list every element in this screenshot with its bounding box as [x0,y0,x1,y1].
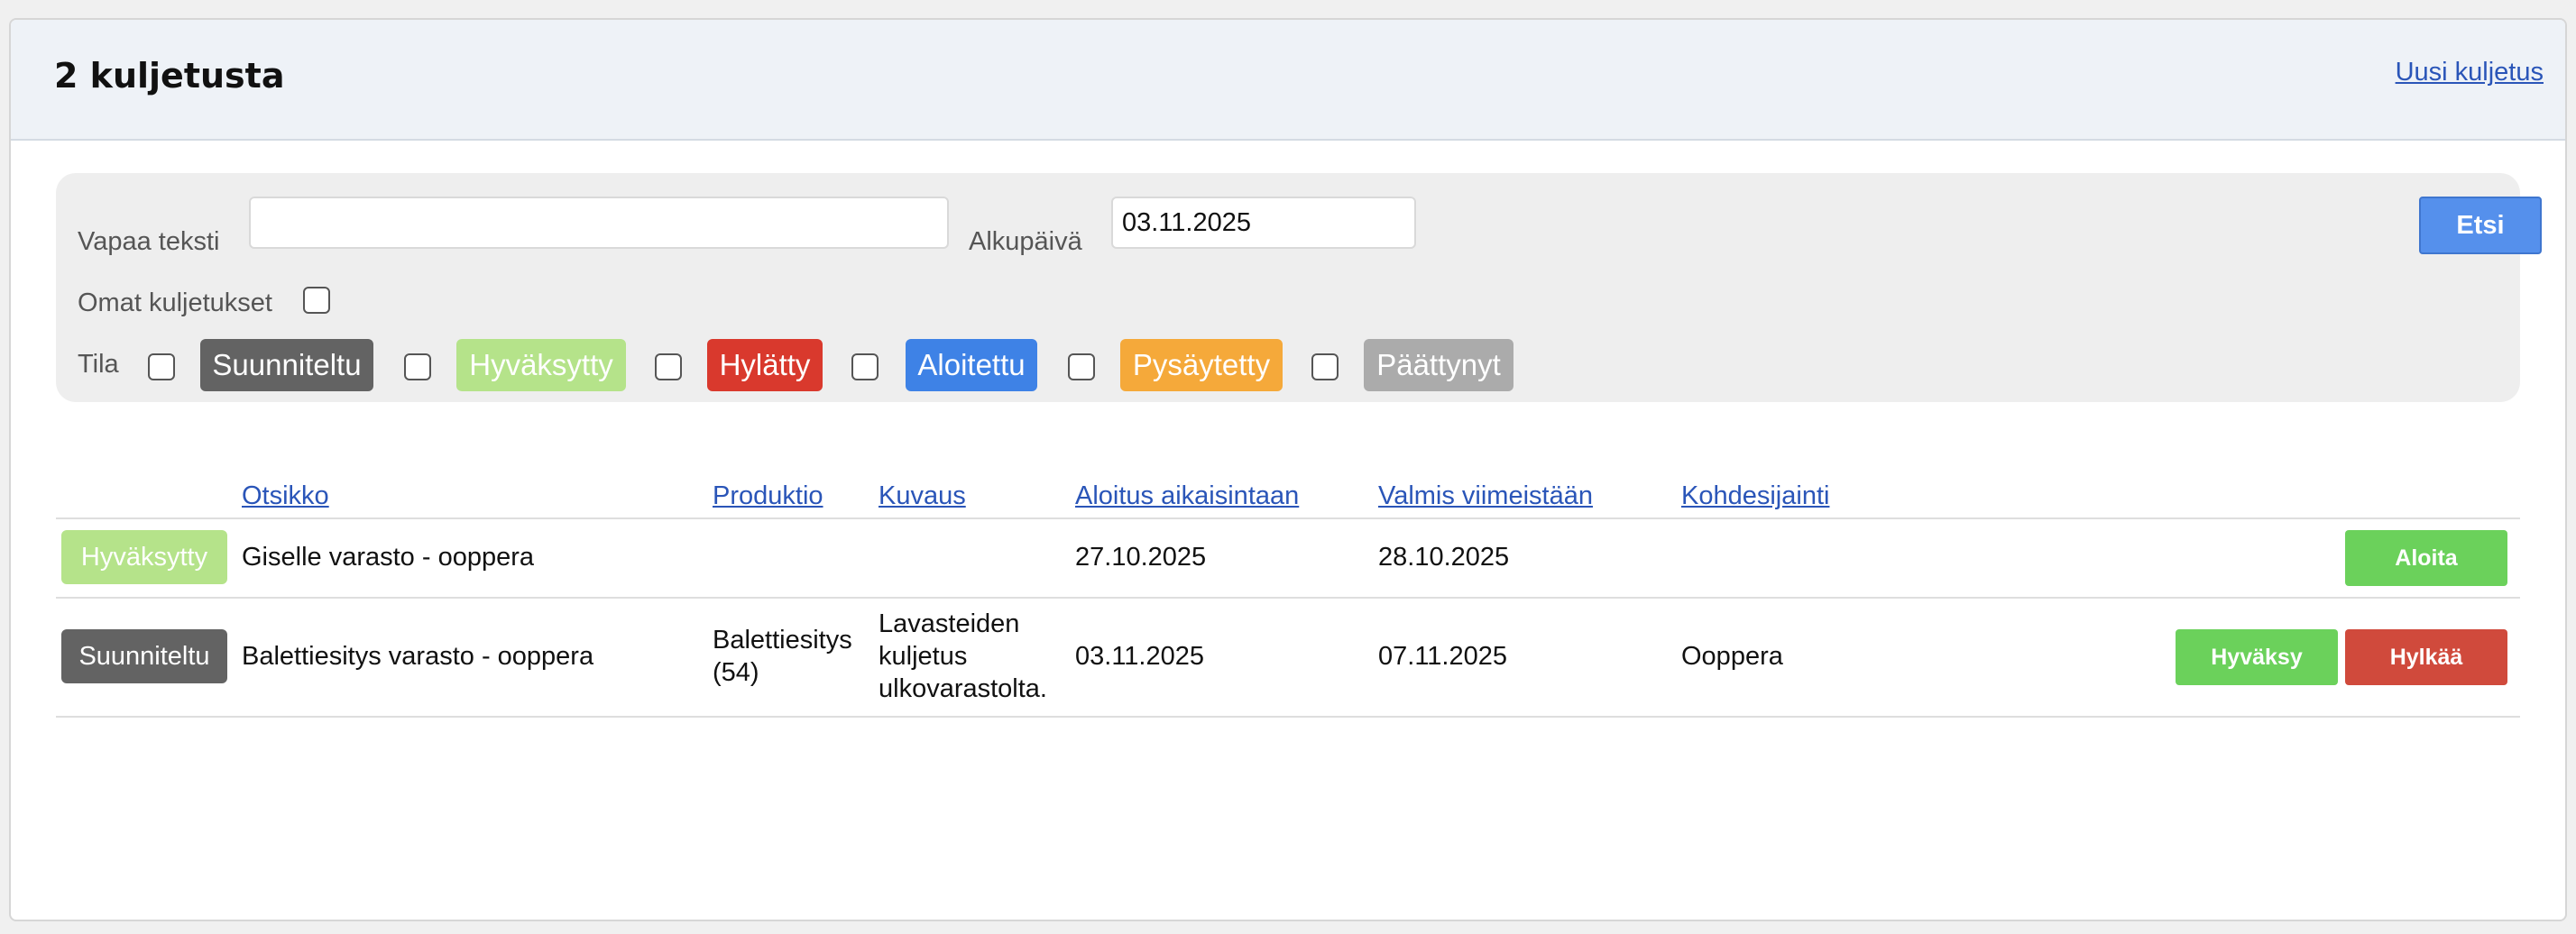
free-text-input[interactable] [249,197,949,249]
row-production: Balettiesitys (54) [713,624,852,689]
start-date-input[interactable] [1111,197,1416,249]
start-button[interactable]: Aloita [2345,530,2507,586]
row-start-date: 03.11.2025 [1075,642,1204,671]
row-description: Lavasteiden kuljetus ulkovarastolta. [879,608,1047,705]
status-chip-pysaytetty: Pysäytetty [1120,339,1283,391]
status-checkbox-hyvaksytty[interactable] [404,353,431,380]
row-end-date: 28.10.2025 [1378,543,1510,572]
status-checkbox-pysaytetty[interactable] [1068,353,1095,380]
status-checkbox-aloitettu[interactable] [851,353,879,380]
own-transports-checkbox[interactable] [303,287,330,314]
row-title: Giselle varasto - ooppera [242,543,534,572]
row-divider [56,716,2520,718]
row-production-line: Balettiesitys [713,626,852,655]
free-text-label: Vapaa teksti [78,227,220,256]
column-header-start[interactable]: Aloitus aikaisintaan [1075,481,1299,511]
column-header-location[interactable]: Kohdesijainti [1681,481,1829,511]
status-chip-suunniteltu: Suunniteltu [200,339,373,391]
new-transport-link[interactable]: Uusi kuljetus [2396,58,2544,87]
approve-button[interactable]: Hyväksy [2176,629,2338,685]
row-description-line: Lavasteiden [879,609,1020,638]
status-label: Tila [78,350,119,379]
column-header-end[interactable]: Valmis viimeistään [1378,481,1593,511]
row-description-line: kuljetus [879,642,968,671]
status-chip-hylatty: Hylätty [707,339,823,391]
status-checkbox-suunniteltu[interactable] [148,353,175,380]
row-production-line: (54) [713,658,759,687]
row-location: Ooppera [1681,642,1783,671]
status-chip-aloitettu: Aloitettu [906,339,1037,391]
column-header-description[interactable]: Kuvaus [879,481,966,511]
column-header-production[interactable]: Produktio [713,481,823,511]
header-divider [56,517,2520,519]
column-header-title[interactable]: Otsikko [242,481,329,511]
status-chip-hyvaksytty: Hyväksytty [456,339,626,391]
own-transports-label: Omat kuljetukset [78,288,272,317]
row-end-date: 07.11.2025 [1378,642,1507,671]
row-description-line: ulkovarastolta. [879,674,1047,703]
row-start-date: 27.10.2025 [1075,543,1207,572]
status-checkbox-hylatty[interactable] [655,353,682,380]
reject-button[interactable]: Hylkää [2345,629,2507,685]
search-button[interactable]: Etsi [2419,197,2542,254]
row-divider [56,597,2520,599]
filter-panel: Vapaa teksti Alkupäivä Omat kuljetukset … [56,173,2542,402]
row-status-badge: Suunniteltu [61,629,227,683]
panel-header: 2 kuljetusta Uusi kuljetus [11,20,2565,141]
status-chip-paattynyt: Päättynyt [1364,339,1513,391]
start-date-label: Alkupäivä [969,227,1082,256]
page-title: 2 kuljetusta [54,56,285,96]
transports-panel: 2 kuljetusta Uusi kuljetus Vapaa teksti … [9,18,2567,921]
status-checkbox-paattynyt[interactable] [1311,353,1339,380]
row-status-badge: Hyväksytty [61,530,227,584]
row-title: Balettiesitys varasto - ooppera [242,642,594,671]
